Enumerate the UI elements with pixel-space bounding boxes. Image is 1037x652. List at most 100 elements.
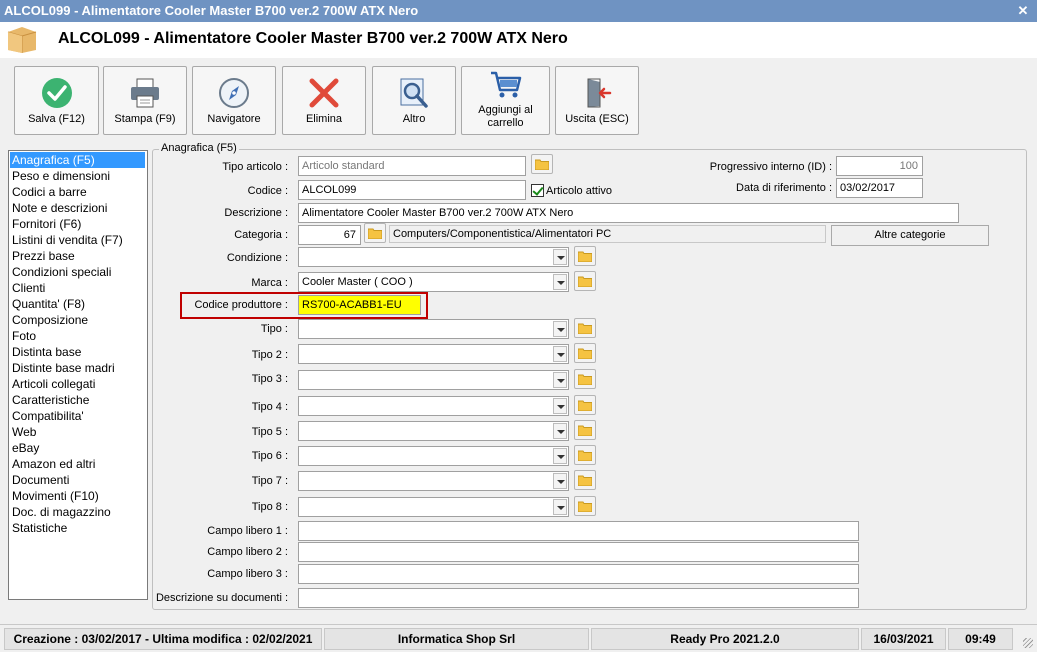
codice-produttore-field[interactable]: RS700-ACABB1-EU [298,295,421,315]
sidebar-item-distinte-madri[interactable]: Distinte base madri [9,360,147,376]
sidebar-item-fornitori[interactable]: Fornitori (F6) [9,216,147,232]
tipo2-select[interactable] [298,344,569,364]
window-title-bar: ALCOL099 - Alimentatore Cooler Master B7… [0,0,1037,22]
tipo-select[interactable] [298,319,569,339]
sidebar-item-compatibilita[interactable]: Compatibilita' [9,408,147,424]
chevron-down-icon[interactable] [553,448,567,464]
sidebar-item-note[interactable]: Note e descrizioni [9,200,147,216]
descrizione-documenti-field[interactable] [298,588,859,608]
folder-icon [535,159,549,170]
print-button[interactable]: Stampa (F9) [103,66,187,135]
add-to-cart-label-line1: Aggiungi al [478,104,533,116]
data-riferimento-field[interactable]: 03/02/2017 [836,178,923,198]
marca-browse-button[interactable] [574,271,596,291]
sidebar-item-peso[interactable]: Peso e dimensioni [9,168,147,184]
sidebar-item-distinta-base[interactable]: Distinta base [9,344,147,360]
tipo4-browse-button[interactable] [574,395,596,415]
descrizione-documenti-label: Descrizione su documenti : [155,592,288,604]
condizione-select[interactable] [298,247,569,267]
chevron-down-icon[interactable] [553,346,567,362]
tipo-articolo-field[interactable]: Articolo standard [298,156,526,176]
folder-icon [578,450,592,461]
tipo6-browse-button[interactable] [574,445,596,465]
sidebar-item-statistiche[interactable]: Statistiche [9,520,147,536]
sidebar-item-articoli-collegati[interactable]: Articoli collegati [9,376,147,392]
sidebar-item-listini[interactable]: Listini di vendita (F7) [9,232,147,248]
add-to-cart-label: Aggiungi al carrello [462,104,549,130]
chevron-down-icon[interactable] [553,473,567,489]
chevron-down-icon[interactable] [553,398,567,414]
chevron-down-icon[interactable] [553,499,567,515]
tipo-browse-button[interactable] [574,318,596,338]
categoria-id-field[interactable]: 67 [298,225,361,245]
descrizione-field[interactable]: Alimentatore Cooler Master B700 ver.2 70… [298,203,959,223]
condizione-browse-button[interactable] [574,246,596,266]
folder-icon [578,425,592,436]
campo-libero-2-field[interactable] [298,542,859,562]
chevron-down-icon[interactable] [553,372,567,388]
tipo5-select[interactable] [298,421,569,441]
save-button[interactable]: Salva (F12) [14,66,99,135]
tipo3-browse-button[interactable] [574,369,596,389]
sidebar-item-ebay[interactable]: eBay [9,440,147,456]
campo-libero-3-label: Campo libero 3 : [207,568,288,580]
codice-produttore-label: Codice produttore : [194,299,288,311]
sidebar-item-quantita[interactable]: Quantita' (F8) [9,296,147,312]
sidebar-item-clienti[interactable]: Clienti [9,280,147,296]
resize-grip-icon[interactable] [1023,638,1033,648]
other-label: Altro [402,113,426,125]
tipo4-select[interactable] [298,396,569,416]
compass-icon [219,78,249,108]
sidebar-item-condizioni[interactable]: Condizioni speciali [9,264,147,280]
sidebar-item-web[interactable]: Web [9,424,147,440]
delete-button[interactable]: Elimina [282,66,366,135]
sidebar-item-foto[interactable]: Foto [9,328,147,344]
other-button[interactable]: Altro [372,66,456,135]
sidebar-item-caratteristiche[interactable]: Caratteristiche [9,392,147,408]
folder-icon [578,400,592,411]
campo-libero-3-field[interactable] [298,564,859,584]
altre-categorie-button[interactable]: Altre categorie [831,225,989,246]
toolbar: Salva (F12) Stampa (F9) Navigatore Elimi… [0,58,1037,142]
folder-icon [578,374,592,385]
progressivo-field[interactable]: 100 [836,156,923,176]
marca-select[interactable]: Cooler Master ( COO ) [298,272,569,292]
sidebar-item-amazon[interactable]: Amazon ed altri [9,456,147,472]
tipo5-browse-button[interactable] [574,420,596,440]
sidebar-item-movimenti[interactable]: Movimenti (F10) [9,488,147,504]
tipo8-browse-button[interactable] [574,496,596,516]
sidebar-item-composizione[interactable]: Composizione [9,312,147,328]
navigator-button[interactable]: Navigatore [192,66,276,135]
chevron-down-icon[interactable] [553,274,567,290]
chevron-down-icon[interactable] [553,249,567,265]
folder-icon [578,348,592,359]
sidebar-item-anagrafica[interactable]: Anagrafica (F5) [10,152,145,168]
chevron-down-icon[interactable] [553,321,567,337]
checkmark-icon [41,78,72,108]
articolo-attivo-checkbox[interactable] [531,184,544,197]
campo-libero-1-label: Campo libero 1 : [207,525,288,537]
chevron-down-icon[interactable] [553,423,567,439]
tipo2-browse-button[interactable] [574,343,596,363]
exit-button[interactable]: Uscita (ESC) [555,66,639,135]
sidebar-item-prezzi-base[interactable]: Prezzi base [9,248,147,264]
add-to-cart-button[interactable]: Aggiungi al carrello [461,66,550,135]
status-app-version: Ready Pro 2021.2.0 [591,628,859,650]
tipo7-browse-button[interactable] [574,470,596,490]
tipo7-select[interactable] [298,471,569,491]
tipo3-select[interactable] [298,370,569,390]
categoria-browse-button[interactable] [364,223,386,243]
sidebar-item-doc-magazzino[interactable]: Doc. di magazzino [9,504,147,520]
campo-libero-1-field[interactable] [298,521,859,541]
tipo6-select[interactable] [298,446,569,466]
cart-icon [490,71,521,98]
folder-icon [368,228,382,239]
tipo-articolo-browse-button[interactable] [531,154,553,174]
tipo8-select[interactable] [298,497,569,517]
page-title: ALCOL099 - Alimentatore Cooler Master B7… [58,30,568,47]
close-icon[interactable]: ✕ [1015,3,1031,19]
sidebar-item-codici-barre[interactable]: Codici a barre [9,184,147,200]
codice-field[interactable]: ALCOL099 [298,180,526,200]
folder-icon [578,251,592,262]
sidebar-item-documenti[interactable]: Documenti [9,472,147,488]
